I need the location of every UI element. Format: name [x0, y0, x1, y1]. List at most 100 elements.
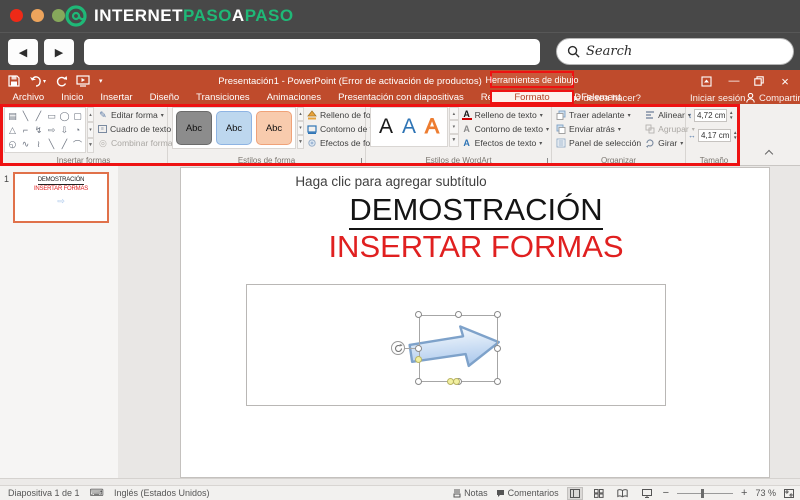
tab-presentacion-con-diapositivas[interactable]: Presentación con diapositivas	[330, 92, 473, 104]
shape-elbow-icon[interactable]: ⌐	[19, 123, 32, 137]
minimize-traffic-light[interactable]	[31, 9, 44, 22]
dialog-launcher-icon[interactable]	[356, 158, 362, 164]
shape-oval-icon[interactable]: ◯	[58, 109, 71, 123]
close-traffic-light[interactable]	[10, 9, 23, 22]
shape-style-preset-orange[interactable]: Abc	[256, 111, 292, 145]
tab-insertar[interactable]: Insertar	[92, 92, 141, 104]
selection-handle[interactable]	[455, 311, 462, 318]
redo-icon[interactable]	[55, 75, 67, 87]
start-slideshow-icon[interactable]	[76, 75, 90, 87]
style-more-icon[interactable]: ▼	[297, 135, 304, 149]
tab-inicio[interactable]: Inicio	[53, 92, 92, 104]
dialog-launcher-icon[interactable]	[733, 158, 739, 164]
tab-diseno[interactable]: Diseño	[141, 92, 188, 104]
wordart-scroll-down-icon[interactable]: ▾	[449, 120, 459, 133]
panel-de-seleccion-button[interactable]: Panel de selección	[556, 136, 641, 150]
slide-title-line1[interactable]: DEMOSTRACIÓN	[181, 192, 771, 228]
comments-button[interactable]: Comentarios	[496, 488, 559, 498]
rotation-handle[interactable]	[391, 341, 405, 355]
zoom-slider[interactable]	[677, 493, 733, 494]
shape-curve-icon[interactable]: ∿	[19, 137, 32, 151]
shape-recent-icon[interactable]: ▤	[6, 109, 19, 123]
selection-handle[interactable]	[415, 378, 422, 385]
selection-handle[interactable]	[494, 345, 501, 352]
selection-handle[interactable]	[494, 378, 501, 385]
zoom-in-icon[interactable]: +	[741, 487, 747, 499]
adjust-handle[interactable]	[415, 356, 422, 363]
shape-line-icon[interactable]: ╲	[19, 109, 32, 123]
tab-archivo[interactable]: Archivo	[4, 92, 53, 104]
shape-partial-circle-icon[interactable]: ◔	[71, 123, 84, 137]
shape-rectangle-icon[interactable]: ▭	[45, 109, 58, 123]
shape-triangle-icon[interactable]: △	[6, 123, 19, 137]
shape-arc-icon[interactable]: ◵	[6, 137, 19, 151]
shape-zigzag-icon[interactable]: ↯	[32, 123, 45, 137]
fit-slide-to-window-icon[interactable]	[784, 489, 794, 498]
style-scroll-up-icon[interactable]: ▴	[297, 107, 304, 121]
height-stepper[interactable]: ▲▼	[729, 110, 733, 120]
shape-line3-icon[interactable]: ╲	[45, 137, 58, 151]
zoom-out-icon[interactable]: −	[663, 487, 669, 499]
shape-arrow-down-icon[interactable]: ⇩	[58, 123, 71, 137]
selection-handle[interactable]	[494, 311, 501, 318]
gallery-scroll-up-icon[interactable]: ▴	[87, 107, 94, 122]
slide-thumbnail[interactable]: DEMOSTRACIÓN INSERTAR FORMAS ⇨	[13, 172, 109, 223]
language-indicator[interactable]: Inglés (Estados Unidos)	[114, 488, 210, 498]
customize-qat-icon[interactable]: ▾	[99, 77, 103, 85]
shape-line2-icon[interactable]: ╱	[32, 109, 45, 123]
adjust-handle[interactable]	[453, 378, 460, 385]
restore-icon[interactable]	[749, 70, 769, 92]
reading-view-button[interactable]	[615, 487, 631, 500]
gallery-scroll-down-icon[interactable]: ▾	[87, 122, 94, 137]
address-bar[interactable]	[84, 39, 540, 65]
relleno-de-texto-button[interactable]: A Relleno de texto▾	[462, 108, 549, 122]
tab-formato-active[interactable]: Formato	[490, 90, 574, 104]
selection-handle[interactable]	[415, 311, 422, 318]
save-icon[interactable]	[8, 75, 20, 87]
selection-handle[interactable]	[415, 345, 422, 352]
shape-style-preset-blue[interactable]: Abc	[216, 111, 252, 145]
search-box[interactable]: Search	[556, 38, 794, 65]
keyboard-language-icon[interactable]: ⌨	[90, 488, 104, 499]
wordart-preset-black[interactable]: A	[379, 115, 393, 139]
dialog-launcher-icon[interactable]	[542, 158, 548, 164]
minimize-icon[interactable]: —	[724, 70, 744, 92]
shape-arrow-right-icon[interactable]: ⇨	[45, 123, 58, 137]
ribbon-display-options-icon[interactable]	[696, 70, 716, 92]
forward-button[interactable]: ▶	[44, 39, 74, 65]
efectos-de-texto-button[interactable]: A Efectos de texto▾	[462, 136, 549, 150]
shape-height-input[interactable]: 4,72 cm	[694, 109, 727, 122]
tab-animaciones[interactable]: Animaciones	[258, 92, 329, 104]
slide-title-line2[interactable]: INSERTAR FORMAS	[181, 229, 771, 265]
contorno-de-texto-button[interactable]: A Contorno de texto▾	[462, 122, 549, 136]
shape-scribble-icon[interactable]: ≀	[32, 137, 45, 151]
subtitle-placeholder-text[interactable]: Haga clic para agregar subtítulo	[181, 174, 601, 189]
slideshow-view-button[interactable]	[639, 487, 655, 500]
sign-in-button[interactable]: Iniciar sesión	[690, 92, 745, 104]
shape-width-input[interactable]: 4,17 cm	[698, 129, 731, 142]
undo-button[interactable]: ▾	[29, 76, 46, 87]
shape-line4-icon[interactable]: ╱	[58, 137, 71, 151]
wordart-more-icon[interactable]: ▼	[449, 134, 459, 147]
normal-view-button[interactable]	[567, 487, 583, 500]
back-button[interactable]: ◀	[8, 39, 38, 65]
wordart-scroll-up-icon[interactable]: ▴	[449, 107, 459, 120]
style-scroll-down-icon[interactable]: ▾	[297, 121, 304, 135]
tab-transiciones[interactable]: Transiciones	[188, 92, 259, 104]
shape-arc2-icon[interactable]: ⌒	[71, 137, 84, 151]
shape-rounded-rect-icon[interactable]: ▢	[71, 109, 84, 123]
enviar-atras-button[interactable]: Enviar atrás▾	[556, 122, 641, 136]
shape-style-preset-gray[interactable]: Abc	[176, 111, 212, 145]
close-icon[interactable]: ×	[775, 70, 795, 92]
wordart-preset-orange-outline[interactable]: A	[425, 115, 439, 139]
gallery-more-icon[interactable]: ▼	[87, 138, 94, 153]
slide-sorter-view-button[interactable]	[591, 487, 607, 500]
wordart-preset-blue[interactable]: A	[402, 115, 416, 139]
undo-dropdown-caret[interactable]: ▾	[43, 78, 46, 85]
zoom-level[interactable]: 73 %	[755, 488, 776, 498]
slide-canvas[interactable]: DEMOSTRACIÓN INSERTAR FORMAS Haga clic p…	[180, 167, 770, 478]
zoom-slider-thumb[interactable]	[701, 489, 704, 498]
traer-adelante-button[interactable]: Traer adelante▾	[556, 108, 641, 122]
notes-button[interactable]: Notas	[453, 488, 488, 498]
width-stepper[interactable]: ▲▼	[733, 130, 737, 140]
